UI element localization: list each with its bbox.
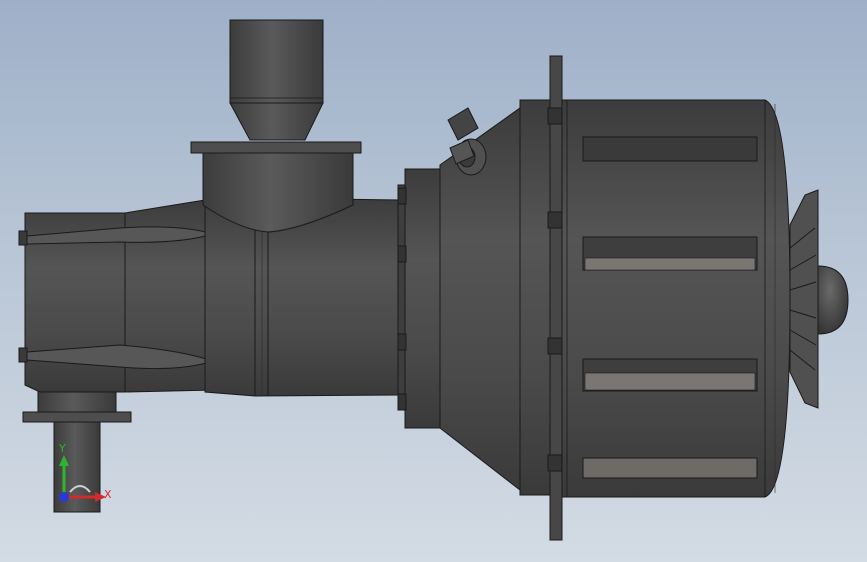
x-axis-label: X [104,488,112,501]
swirl-head [789,189,849,409]
burner-3d-model[interactable] [0,0,867,562]
y-axis-label: Y [59,442,66,455]
air-duct-body [204,197,401,397]
graphics-viewport[interactable]: Y X [0,0,867,562]
bottom-inlet-pipe [22,377,132,513]
mid-flange [397,168,441,429]
z-axis-dot [59,492,69,502]
top-hopper [190,19,362,233]
fan-housing [18,199,216,393]
